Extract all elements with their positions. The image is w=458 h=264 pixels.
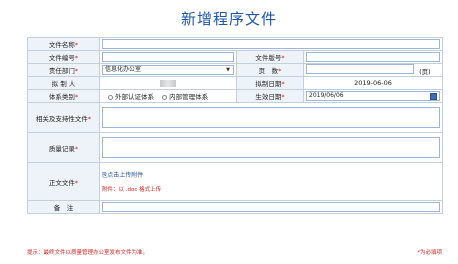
version-label: 文件版号* xyxy=(236,50,304,64)
required-note: *为必填项 xyxy=(417,250,442,256)
document-form: 文件名称* 文件编号* 文件版号* 责任部门* 信息化办公室 ▼ 页 数* (页)… xyxy=(27,37,444,214)
calendar-icon[interactable] xyxy=(430,93,438,100)
row-body-file: 正文文件* ⎘点击上传附件 附件：以 .doc 格式上传 xyxy=(27,162,444,201)
effective-date-input[interactable]: 2019/06/06 xyxy=(306,91,441,101)
file-no-input[interactable] xyxy=(102,52,234,62)
row-drafter: 拟 制 人 拟制日期* 2019-06-06 xyxy=(27,76,444,90)
pages-input[interactable] xyxy=(306,64,414,74)
pages-label: 页 数* xyxy=(236,63,304,77)
body-file-label: 正文文件* xyxy=(27,162,100,201)
chevron-down-icon: ▼ xyxy=(226,67,230,73)
drafter-label: 拟 制 人 xyxy=(27,76,100,90)
draft-date-value: 2019-06-06 xyxy=(302,76,444,90)
row-file-no: 文件编号* 文件版号* xyxy=(27,50,444,64)
page-title: 新增程序文件 xyxy=(180,10,277,28)
radio-external[interactable] xyxy=(108,94,113,100)
system-type-label: 体系类别* xyxy=(27,89,100,103)
row-related: 相关及支持性文件* xyxy=(27,102,444,133)
dept-select[interactable]: 信息化办公室 ▼ xyxy=(102,65,234,75)
draft-date-label: 拟制日期* xyxy=(236,76,304,90)
row-dept: 责任部门* 信息化办公室 ▼ 页 数* (页) xyxy=(27,63,444,77)
row-system: 体系类别* 外部认证体系 内部管理体系 生效日期* 2019/06/06 xyxy=(27,89,444,103)
remarks-label: 备 注 xyxy=(27,200,100,214)
row-quality: 质量记录* xyxy=(27,132,444,163)
quality-records-label: 质量记录* xyxy=(27,132,100,163)
version-input[interactable] xyxy=(306,52,441,62)
footer-tip: 提示：最终文件以质量管理办公室发布文件为准。 xyxy=(27,250,149,256)
file-name-label: 文件名称* xyxy=(27,37,100,51)
effective-date-label: 生效日期* xyxy=(236,89,304,103)
upload-attachment-link[interactable]: ⎘点击上传附件 xyxy=(102,170,440,180)
remarks-input[interactable] xyxy=(102,202,441,212)
file-no-label: 文件编号* xyxy=(27,50,100,64)
attachment-note: 附件：以 .doc 格式上传 xyxy=(102,187,162,193)
related-files-textarea[interactable] xyxy=(102,107,441,128)
radio-internal[interactable] xyxy=(162,94,168,100)
row-file-name: 文件名称* xyxy=(27,37,444,51)
file-name-input[interactable] xyxy=(102,39,441,49)
row-remarks: 备 注 xyxy=(27,200,444,214)
pages-suffix: (页) xyxy=(419,68,431,76)
quality-records-textarea[interactable] xyxy=(102,137,441,158)
related-files-label: 相关及支持性文件* xyxy=(27,102,100,133)
dept-label: 责任部门* xyxy=(27,63,100,77)
drafter-name-redacted xyxy=(160,79,176,87)
